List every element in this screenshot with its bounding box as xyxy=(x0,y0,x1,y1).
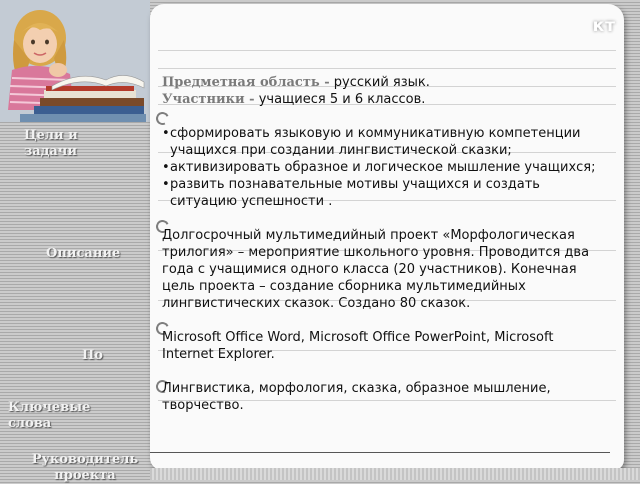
goals-list: сформировать языковую и коммуникативную … xyxy=(162,125,602,210)
footer-stripe xyxy=(150,468,640,480)
subject-value: русский язык. xyxy=(333,75,430,90)
sidebar-label-goals: Цели и задачи xyxy=(24,128,78,159)
sidebar-label-description: Описание xyxy=(46,246,121,261)
girl-reading-illustration xyxy=(0,0,150,122)
sidebar-label-software: По xyxy=(82,348,103,363)
corner-title: кт xyxy=(592,16,616,36)
divider xyxy=(150,452,610,453)
keywords-text: Лингвистика, морфология, сказка, образно… xyxy=(162,381,551,413)
girl-with-books-photo xyxy=(0,0,150,122)
software-text: Microsoft Office Word, Microsoft Office … xyxy=(162,330,554,362)
project-description: Предметная область - русский язык. Участ… xyxy=(162,74,602,414)
participants-line: Участники - учащиеся 5 и 6 классов. xyxy=(162,91,602,108)
goal-item: активизировать образное и логическое мыш… xyxy=(162,159,602,176)
paper-line xyxy=(158,68,616,69)
goal-item: развить познавательные мотивы учащихся и… xyxy=(162,176,602,210)
sidebar-label-keywords: Ключевые слова xyxy=(8,400,91,431)
participants-value: учащиеся 5 и 6 классов. xyxy=(258,92,426,107)
participants-key: Участники - xyxy=(162,92,255,107)
goal-item: сформировать языковую и коммуникативную … xyxy=(162,125,602,159)
subject-key: Предметная область - xyxy=(162,75,330,90)
sidebar-label-leader: Руководитель проекта xyxy=(31,452,139,483)
description-text: Долгосрочный мультимедийный проект «Морф… xyxy=(162,228,590,311)
paper-line xyxy=(158,50,616,51)
subject-line: Предметная область - русский язык. xyxy=(162,74,602,91)
